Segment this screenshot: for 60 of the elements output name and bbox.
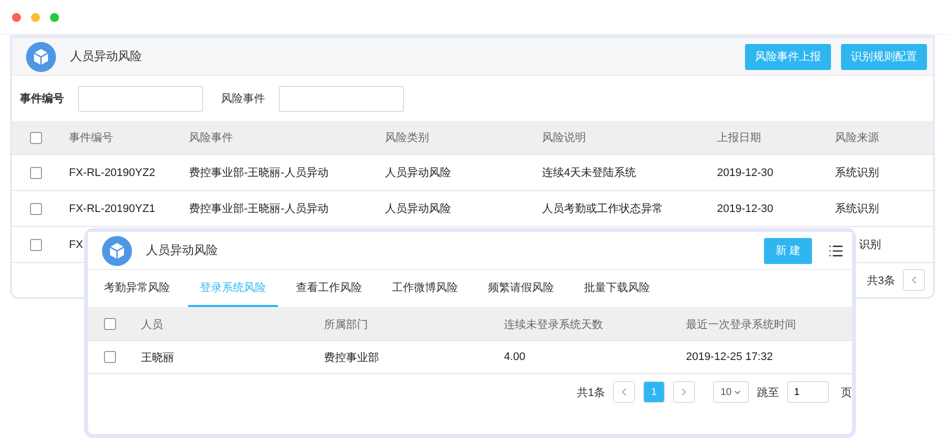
table-cell-text: 人员考勤或工作状态异常	[542, 202, 663, 216]
filter-label: 风险事件	[221, 92, 265, 106]
filter-input-field[interactable]	[78, 86, 203, 112]
table-cell-text: 王晓丽	[141, 350, 174, 364]
checkbox[interactable]	[104, 318, 116, 330]
column-header: 事件编号	[69, 131, 113, 145]
column-header: 连续未登录系统天数	[504, 318, 603, 332]
table-cell: 2019-12-30	[717, 166, 774, 178]
maximize-dot-icon[interactable]	[50, 12, 59, 22]
table-cell: 4.00	[504, 351, 526, 363]
page-unit-label: 页	[841, 386, 852, 400]
table-cell-text: 人员异动风险	[385, 166, 451, 180]
checkbox[interactable]	[30, 202, 42, 214]
panel-title: 人员异动风险	[70, 48, 143, 65]
table-cell-text: 费控事业部-王晓丽-人员异动	[189, 202, 328, 216]
previous-page-button[interactable]	[613, 381, 635, 403]
column-header: 所属部门	[324, 318, 368, 332]
cube-logo-icon	[26, 42, 56, 72]
column-header: 风险类别	[385, 131, 429, 145]
table-cell: FX-RL-20190YZ2	[69, 166, 156, 178]
column-header: 上报日期	[717, 131, 761, 145]
jump-label: 跳至	[757, 386, 779, 400]
page-size-select[interactable]: 10	[713, 381, 749, 403]
table-cell: 2019-12-25 17:32	[686, 351, 773, 363]
table-cell-text: 系统识别	[835, 166, 879, 180]
close-dot-icon[interactable]	[12, 12, 21, 22]
checkbox[interactable]	[104, 351, 116, 363]
column-header: 风险说明	[542, 131, 586, 145]
jump-input-field[interactable]: 1	[787, 381, 829, 403]
minimize-dot-icon[interactable]	[31, 12, 40, 22]
checkbox[interactable]	[30, 238, 42, 250]
tab[interactable]: 查看工作风险	[284, 270, 374, 307]
next-page-button[interactable]	[673, 381, 695, 403]
total-count: 共1条	[576, 386, 605, 400]
table-cell: FX	[69, 238, 84, 250]
column-header: 风险来源	[835, 131, 879, 145]
total-count: 共3条	[866, 274, 895, 288]
filter-label: 事件编号	[20, 92, 64, 106]
previous-page-button[interactable]	[903, 269, 925, 291]
column-header: 风险事件	[189, 131, 233, 145]
tab[interactable]: 工作微博风险	[380, 270, 470, 307]
filter-input-field[interactable]	[279, 86, 404, 112]
table-cell-text: 费控事业部-王晓丽-人员异动	[189, 166, 328, 180]
column-header: 人员	[141, 318, 163, 332]
table-cell-text: 系统识别	[835, 202, 879, 216]
list-menu-icon[interactable]	[828, 242, 844, 258]
table-cell-text: 人员异动风险	[385, 202, 451, 216]
table-cell: 2019-12-30	[717, 202, 774, 214]
column-header: 最近一次登录系统时间	[686, 318, 796, 332]
dialog-title: 人员异动风险	[146, 242, 219, 259]
tab[interactable]: 批量下载风险	[572, 270, 662, 307]
table-cell-text: 识别	[859, 238, 881, 252]
checkbox[interactable]	[30, 166, 42, 178]
tab[interactable]: 频繁请假风险	[476, 270, 566, 307]
table-cell-text: 费控事业部	[324, 350, 379, 364]
table-cell-text: 连续4天未登陆系统	[542, 166, 636, 180]
cube-logo-icon	[102, 236, 132, 266]
checkbox[interactable]	[30, 132, 42, 144]
tab[interactable]: 考勤异常风险	[92, 270, 182, 307]
table-cell: FX-RL-20190YZ1	[69, 202, 156, 214]
